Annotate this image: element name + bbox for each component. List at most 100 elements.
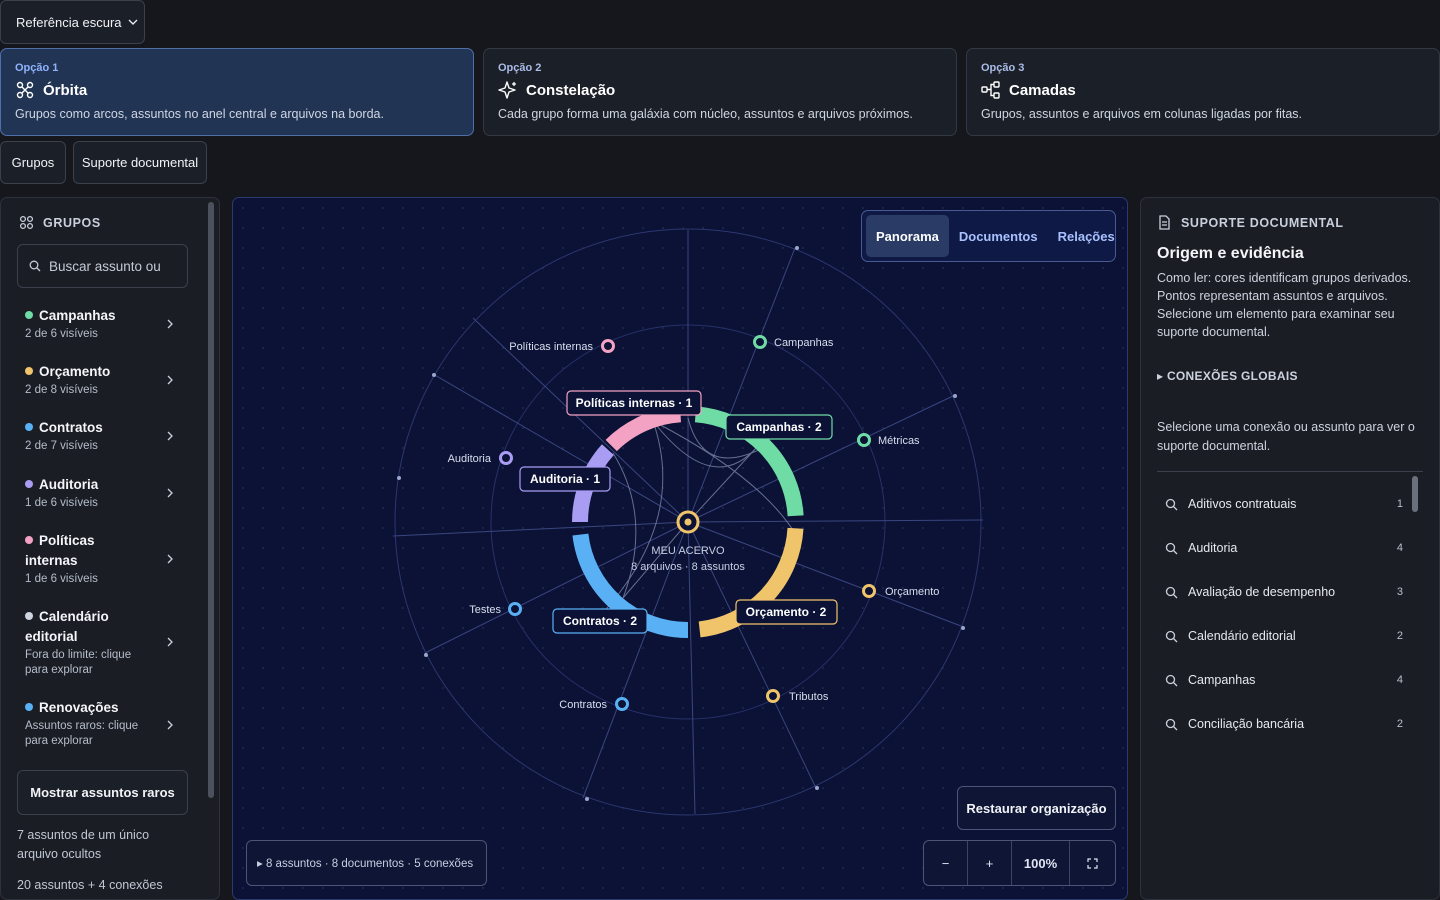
toggle-grupos-label: Grupos [11,155,55,170]
group-item-politicas-internas[interactable]: Políticas internas 1 de 6 visíveis [25,531,173,587]
groups-heading: GRUPOS [19,215,101,230]
tab-relacoes[interactable]: Relações [1048,215,1125,257]
group-item-contratos[interactable]: Contratos 2 de 7 visíveis [25,418,175,454]
node-label: Métricas [878,435,920,447]
subject-count: 4 [1396,674,1403,686]
group-color-dot [25,367,33,375]
group-name: Auditoria [25,475,175,495]
node-label: Orçamento [885,586,939,598]
orbit-icon [16,81,34,99]
option-card-constelacao[interactable]: Opção 2 Constelação Cada grupo forma uma… [483,48,957,136]
toggle-suporte-label: Suporte documental [81,155,199,170]
node-campanhas[interactable]: Campanhas [753,335,834,350]
chevron-down-icon [128,19,138,25]
chevron-right-icon [167,637,173,647]
arc-label-politicas-internas[interactable]: Políticas internas · 1 [566,390,702,416]
node-label: Campanhas [774,337,834,349]
chevron-right-icon [167,720,173,730]
fullscreen-icon [1087,857,1098,869]
group-item-orcamento[interactable]: Orçamento 2 de 8 visíveis [25,362,175,398]
search-icon [1165,542,1178,554]
group-name-text: Renovações [39,700,119,715]
view-tabs: Panorama Documentos Relações [861,210,1116,262]
subject-count: 4 [1396,542,1403,554]
subject-count: 2 [1396,718,1403,730]
tab-documentos[interactable]: Documentos [949,215,1048,257]
show-rare-label: Mostrar assuntos raros [30,785,175,800]
select-hint: Selecione uma conexão ou assunto para ve… [1157,420,1415,453]
node-testes[interactable]: Testes [469,602,522,617]
subject-row-auditoria[interactable]: Auditoria 4 [1165,538,1403,558]
groups-icon [19,215,34,230]
subject-row-aditivos-contratuais[interactable]: Aditivos contratuais 1 [1165,494,1403,514]
node-label: Contratos [559,699,607,711]
subject-name: Aditivos contratuais [1188,497,1297,511]
arc-label-orcamento[interactable]: Orçamento · 2 [735,599,838,625]
node-label: Testes [469,604,501,616]
node-orcamento[interactable]: Orçamento [862,584,940,599]
group-name-text: Auditoria [39,477,99,492]
fullscreen-button[interactable] [1070,841,1115,885]
chevron-right-icon [167,375,173,385]
toggle-suporte-button[interactable]: Suporte documental [73,141,207,184]
arc-label-text: Auditoria · 1 [530,472,600,486]
chevron-right-icon [167,488,173,498]
group-name-text: Políticas internas [25,533,95,568]
group-color-dot [25,423,33,431]
subject-row-avaliacao-desempenho[interactable]: Avaliação de desempenho 3 [1165,582,1403,602]
node-metricas[interactable]: Métricas [857,433,921,448]
zoom-out-button[interactable]: − [924,841,968,885]
layers-icon [981,81,1000,99]
restore-layout-button[interactable]: Restaurar organização [957,786,1116,830]
arc-label-text: Políticas internas · 1 [576,396,693,410]
group-visibility: 2 de 8 visíveis [25,384,98,396]
document-icon [1159,215,1170,230]
summary-text: ▸ 8 assuntos · 8 documentos · 5 conexões [257,858,474,870]
zoom-in-button[interactable]: + [968,841,1012,885]
toggle-grupos-button[interactable]: Grupos [0,141,66,184]
option-card-camadas[interactable]: Opção 3 Camadas Grupos, assuntos e arqui… [966,48,1440,136]
tab-panorama[interactable]: Panorama [866,215,949,257]
group-name-text: Campanhas [39,308,116,323]
reference-theme-select[interactable]: Referência escura [0,0,145,44]
subject-row-calendario-editorial[interactable]: Calendário editorial 2 [1165,626,1403,646]
subject-name: Conciliação bancária [1188,717,1305,731]
node-label: Tributos [789,691,829,703]
global-connections-toggle[interactable]: ▸ CONEXÕES GLOBAIS [1157,369,1298,383]
support-heading: SUPORTE DOCUMENTAL [1157,215,1344,230]
support-heading-text: SUPORTE DOCUMENTAL [1181,215,1344,230]
totals-note: 20 assuntos + 4 conexões [17,878,163,892]
node-tributos[interactable]: Tributos [766,689,829,704]
groups-scrollbar[interactable] [208,202,214,798]
center-node-core [684,518,692,526]
group-item-campanhas[interactable]: Campanhas 2 de 6 visíveis [25,306,175,342]
group-name-text: Contratos [39,420,103,435]
option-description: Grupos como arcos, assuntos no anel cent… [15,107,384,121]
node-contratos[interactable]: Contratos [559,697,629,712]
arc-label-campanhas[interactable]: Campanhas · 2 [725,414,833,440]
canvas-summary-toggle[interactable]: ▸ 8 assuntos · 8 documentos · 5 conexões [246,840,487,886]
group-name: Renovações [25,698,143,718]
search-field[interactable] [17,244,188,288]
arc-label-contratos[interactable]: Contratos · 2 [552,608,648,634]
node-auditoria[interactable]: Auditoria [448,451,513,466]
visualization-canvas[interactable]: MEU ACERVO 8 arquivos · 8 assuntos Polít… [232,197,1128,900]
show-rare-subjects-button[interactable]: Mostrar assuntos raros [17,770,188,815]
group-item-renovacoes[interactable]: Renovações Assuntos raros: clique para e… [25,698,173,749]
search-input[interactable] [49,258,164,274]
subject-row-conciliacao-bancaria[interactable]: Conciliação bancária 2 [1165,714,1403,734]
group-visibility: 2 de 6 visíveis [25,328,98,340]
subject-row-campanhas[interactable]: Campanhas 4 [1165,670,1403,690]
option-description: Grupos, assuntos e arquivos em colunas l… [981,107,1303,121]
option-card-orbita[interactable]: Opção 1 Órbita Grupos como arcos, assunt… [0,48,474,136]
subjects-scrollbar[interactable] [1412,476,1418,512]
group-item-auditoria[interactable]: Auditoria 1 de 6 visíveis [25,475,175,511]
arc-label-auditoria[interactable]: Auditoria · 1 [519,466,611,492]
group-visibility: Assuntos raros: clique para explorar [25,720,139,747]
zoom-level: 100% [1012,841,1070,885]
group-color-dot [25,536,33,544]
group-item-calendario-editorial[interactable]: Calendário editorial Fora do limite: cli… [25,607,173,678]
group-color-dot [25,480,33,488]
reference-select-label: Referência escura [16,14,122,30]
documentary-support-panel: SUPORTE DOCUMENTAL Origem e evidência Co… [1140,197,1440,900]
